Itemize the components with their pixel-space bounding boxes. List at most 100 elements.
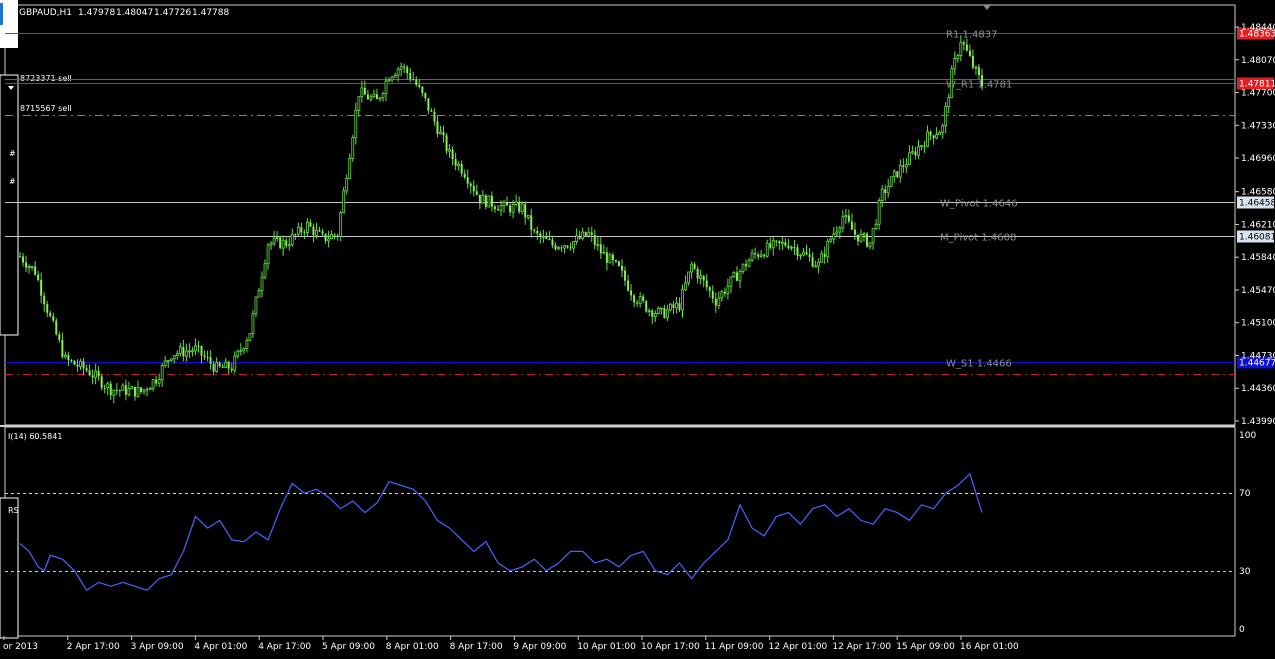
price-tick-label: 1.45100 xyxy=(1241,319,1275,329)
symbol-label: GBPAUD,H1 xyxy=(19,8,72,18)
candle-body-up xyxy=(184,350,188,357)
rsi-tick-label: 70 xyxy=(1239,489,1251,499)
candle-body-down xyxy=(55,320,58,335)
candle-body-up xyxy=(275,237,279,239)
candle-body-down xyxy=(318,230,321,232)
candle-body-up xyxy=(687,271,690,284)
candle-body-up xyxy=(178,346,182,354)
candle-body-down xyxy=(536,230,539,234)
level-price-tag-label: 1.46081 xyxy=(1239,233,1275,243)
candle-body-down xyxy=(218,362,221,367)
candle-body-down xyxy=(524,203,527,218)
candle-body-down xyxy=(971,55,974,68)
candle-body-down xyxy=(545,236,548,239)
candle-body-up xyxy=(541,235,545,238)
candle-body-down xyxy=(614,260,617,262)
candle-body-down xyxy=(300,227,303,233)
candle-body-down xyxy=(124,385,127,395)
candle-body-down xyxy=(784,242,787,246)
candle-body-down xyxy=(866,233,869,247)
candle-body-down xyxy=(140,387,143,392)
trading-chart[interactable]: GBPAUD,H1 1.47978 1.48047 1.47726 1.4778… xyxy=(0,0,1275,659)
candle-body-down xyxy=(309,222,312,227)
candle-body-up xyxy=(290,233,294,246)
candle-body-down xyxy=(705,280,708,288)
candle-body-down xyxy=(977,67,980,76)
candle-body-up xyxy=(393,74,397,78)
candle-body-down xyxy=(856,234,859,242)
candle-body-up xyxy=(802,251,805,256)
candle-body-up xyxy=(396,68,400,76)
candle-body-down xyxy=(58,334,61,340)
candle-body-down xyxy=(617,261,620,266)
candle-body-down xyxy=(375,94,378,100)
candle-body-up xyxy=(148,387,152,391)
candle-body-up xyxy=(741,263,745,272)
candle-body-down xyxy=(366,94,369,100)
rsi-tick-label: 0 xyxy=(1239,625,1245,635)
candle-body-down xyxy=(475,191,478,195)
candle-body-down xyxy=(403,66,406,68)
candle-body-up xyxy=(30,266,34,268)
candle-body-down xyxy=(118,390,121,392)
candle-body-down xyxy=(796,247,799,256)
candle-body-up xyxy=(79,360,82,367)
candle-body-down xyxy=(678,303,681,310)
candle-body-down xyxy=(336,235,339,237)
candle-body-down xyxy=(551,239,554,246)
candle-body-down xyxy=(73,360,76,365)
order-label-1[interactable]: 8723371 sell xyxy=(20,74,72,83)
candle-body-down xyxy=(43,295,46,305)
level-label: M_Pivot 1.4608 xyxy=(940,233,1016,244)
candle-body-up xyxy=(439,131,442,135)
candle-body-up xyxy=(581,231,585,239)
candle-body-up xyxy=(572,241,576,249)
candle-body-up xyxy=(862,233,866,236)
candle-body-down xyxy=(212,363,215,372)
candle-body-up xyxy=(287,244,291,247)
level-label: W_R1 1.4781 xyxy=(946,80,1012,91)
candle-body-up xyxy=(233,355,237,371)
candle-body-down xyxy=(605,252,608,263)
candle-body-up xyxy=(868,242,872,247)
candle-body-up xyxy=(94,370,98,378)
price-tick-label: 1.46210 xyxy=(1241,220,1275,230)
candle-body-down xyxy=(769,243,772,248)
candle-body-down xyxy=(221,366,224,368)
candle-body-down xyxy=(539,233,542,237)
candle-body-down xyxy=(808,254,811,257)
candle-body-down xyxy=(88,370,91,376)
rsi-side-tag: RS xyxy=(8,506,19,515)
candle-body-up xyxy=(817,261,821,267)
candle-body-up xyxy=(351,137,355,159)
candle-body-down xyxy=(472,185,475,192)
candle-body-up xyxy=(684,282,687,291)
candle-body-up xyxy=(305,221,309,233)
candle-body-up xyxy=(266,244,270,265)
candle-body-up xyxy=(520,203,524,213)
candle-body-up xyxy=(112,389,116,396)
candle-body-up xyxy=(327,238,330,242)
candle-body-down xyxy=(965,44,968,51)
time-tick-label: 4 Apr 17:00 xyxy=(258,642,311,652)
candle-body-down xyxy=(52,316,55,321)
candle-body-down xyxy=(155,379,158,384)
candle-body-up xyxy=(941,125,945,133)
candle-body-up xyxy=(575,235,579,242)
candle-body-up xyxy=(315,229,318,236)
time-tick-label: 12 Apr 17:00 xyxy=(832,642,891,652)
candle-body-down xyxy=(636,302,639,304)
candle-body-up xyxy=(348,158,352,179)
candle-body-down xyxy=(533,229,536,231)
time-tick-label: 15 Apr 09:00 xyxy=(896,642,955,652)
candle-body-down xyxy=(981,75,983,87)
time-tick-label: 8 Apr 17:00 xyxy=(450,642,503,652)
candle-body-down xyxy=(82,361,85,369)
order-label-2[interactable]: 8715567 sell xyxy=(20,104,72,113)
candle-body-down xyxy=(421,86,424,94)
candle-body-down xyxy=(478,194,481,204)
candle-body-down xyxy=(778,240,781,244)
candle-body-down xyxy=(621,265,624,271)
candle-body-down xyxy=(133,386,136,397)
time-tick-label: 9 Apr 09:00 xyxy=(513,642,566,652)
